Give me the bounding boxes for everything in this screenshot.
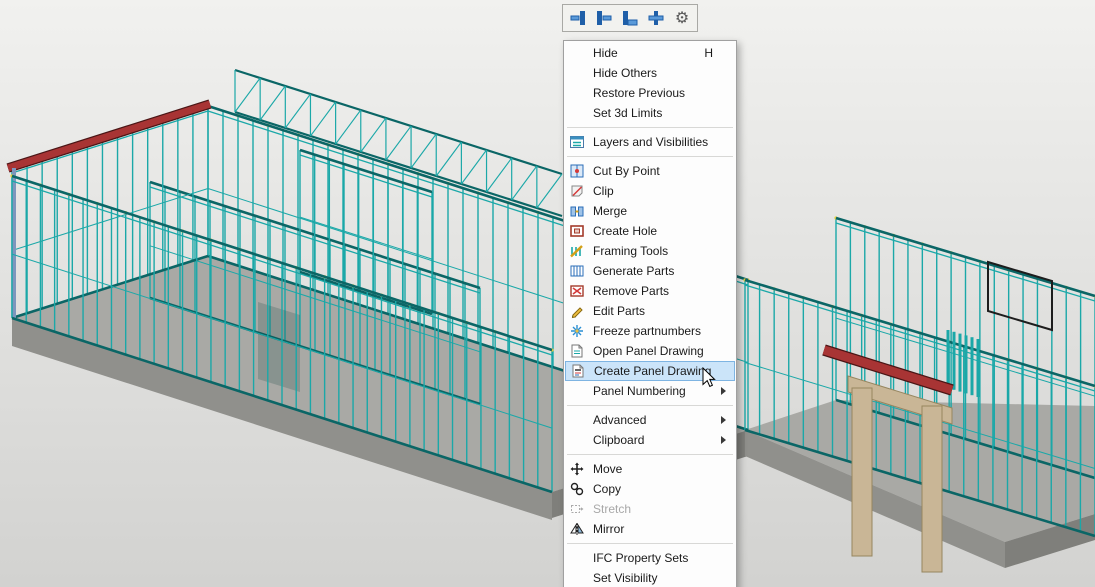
- menu-item-move[interactable]: Move: [565, 459, 735, 479]
- menu-item-cut-by-point[interactable]: Cut By Point: [565, 161, 735, 181]
- panel-tool-left-icon: [568, 8, 588, 28]
- submenu-arrow-icon: [721, 387, 726, 395]
- menu-item-mirror[interactable]: Mirror: [565, 519, 735, 539]
- empty-icon-gutter: [569, 45, 589, 61]
- create-panel-drawing-icon: [570, 363, 590, 379]
- empty-icon-gutter: [569, 570, 589, 586]
- mini-toolbar: ⚙: [562, 4, 698, 32]
- freeze-partnumbers-icon: [569, 323, 589, 339]
- menu-item-set-visibility[interactable]: Set Visibility: [565, 568, 735, 587]
- 3d-model-viewport[interactable]: [0, 0, 1095, 587]
- menu-separator: [564, 123, 736, 132]
- menu-item-create-hole[interactable]: Create Hole: [565, 221, 735, 241]
- panel-tool-corner-button[interactable]: [617, 6, 643, 30]
- settings-button[interactable]: ⚙: [669, 6, 695, 30]
- context-menu: Hide H Hide Others Restore Previous Set …: [563, 40, 737, 587]
- menu-item-clip[interactable]: Clip: [565, 181, 735, 201]
- panel-tool-right-button[interactable]: [591, 6, 617, 30]
- menu-item-edit-parts[interactable]: Edit Parts: [565, 301, 735, 321]
- stretch-icon: [569, 501, 589, 517]
- menu-item-stretch[interactable]: Stretch: [565, 499, 735, 519]
- menu-item-generate-parts[interactable]: Generate Parts: [565, 261, 735, 281]
- panel-tool-cross-button[interactable]: [643, 6, 669, 30]
- menu-item-clipboard[interactable]: Clipboard: [565, 430, 735, 450]
- mirror-icon: [569, 521, 589, 537]
- menu-item-hide-others[interactable]: Hide Others: [565, 63, 735, 83]
- empty-icon-gutter: [569, 85, 589, 101]
- layers-icon: [569, 134, 589, 150]
- settings-gear-icon: ⚙: [672, 8, 692, 28]
- framing-model-rendering: [0, 0, 1095, 587]
- empty-icon-gutter: [569, 383, 589, 399]
- app-window: { "app": { "background_top": "#f1f1ef", …: [0, 0, 1095, 587]
- menu-item-set-3d-limits[interactable]: Set 3d Limits: [565, 103, 735, 123]
- create-hole-icon: [569, 223, 589, 239]
- generate-parts-icon: [569, 263, 589, 279]
- open-panel-drawing-icon: [569, 343, 589, 359]
- menu-separator: [564, 401, 736, 410]
- menu-item-ifc-property-sets[interactable]: IFC Property Sets: [565, 548, 735, 568]
- menu-item-freeze-partnumbers[interactable]: Freeze partnumbers: [565, 321, 735, 341]
- empty-icon-gutter: [569, 432, 589, 448]
- empty-icon-gutter: [569, 65, 589, 81]
- menu-item-advanced[interactable]: Advanced: [565, 410, 735, 430]
- panel-tool-right-icon: [594, 8, 614, 28]
- menu-item-copy[interactable]: Copy: [565, 479, 735, 499]
- menu-item-layers-and-visibilities[interactable]: Layers and Visibilities: [565, 132, 735, 152]
- menu-item-open-panel-drawing[interactable]: Open Panel Drawing: [565, 341, 735, 361]
- menu-item-remove-parts[interactable]: Remove Parts: [565, 281, 735, 301]
- menu-separator: [564, 539, 736, 548]
- clip-icon: [569, 183, 589, 199]
- svg-text:⚙: ⚙: [675, 10, 689, 27]
- move-icon: [569, 461, 589, 477]
- cursor-pointer: [702, 367, 716, 388]
- menu-item-framing-tools[interactable]: Framing Tools: [565, 241, 735, 261]
- panel-tool-corner-icon: [620, 8, 640, 28]
- submenu-arrow-icon: [721, 416, 726, 424]
- menu-item-merge[interactable]: Merge: [565, 201, 735, 221]
- menu-separator: [564, 152, 736, 161]
- remove-parts-icon: [569, 283, 589, 299]
- menu-item-restore-previous[interactable]: Restore Previous: [565, 83, 735, 103]
- submenu-arrow-icon: [721, 436, 726, 444]
- edit-parts-icon: [569, 303, 589, 319]
- menu-separator: [564, 450, 736, 459]
- framing-tools-icon: [569, 243, 589, 259]
- panel-tool-left-button[interactable]: [565, 6, 591, 30]
- cut-by-point-icon: [569, 163, 589, 179]
- empty-icon-gutter: [569, 412, 589, 428]
- empty-icon-gutter: [569, 550, 589, 566]
- empty-icon-gutter: [569, 105, 589, 121]
- copy-icon: [569, 481, 589, 497]
- panel-tool-cross-icon: [646, 8, 666, 28]
- merge-icon: [569, 203, 589, 219]
- menu-item-hide[interactable]: Hide H: [565, 43, 735, 63]
- menu-shortcut: H: [704, 46, 713, 60]
